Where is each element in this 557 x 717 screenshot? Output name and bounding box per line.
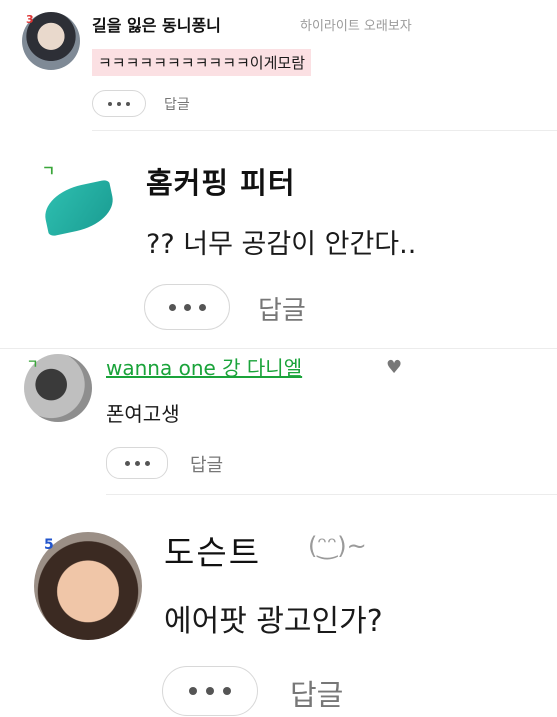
more-options-button[interactable] <box>106 447 168 479</box>
comment-text: 폰여고생 <box>106 402 180 426</box>
reply-button[interactable]: 답글 <box>290 672 343 714</box>
emoticon: (ᵔ͜ᵔ)~ <box>308 532 367 560</box>
comment-meta: 하이라이트 오래보자 <box>300 19 412 34</box>
heart-icon: ♥ <box>386 357 403 378</box>
dot-icon <box>108 101 112 106</box>
dot-icon <box>134 460 140 466</box>
more-options-button[interactable] <box>162 666 258 716</box>
dot-icon <box>183 303 191 311</box>
more-options-button[interactable] <box>144 284 230 330</box>
dot-icon <box>189 687 197 695</box>
level-badge: 5 <box>44 537 54 553</box>
comment-author[interactable]: 홈커핑 피터 <box>146 160 296 202</box>
comment-text: ?? 너무 공감이 안간다.. <box>146 229 417 260</box>
dot-icon <box>117 101 121 106</box>
reply-button[interactable]: 답글 <box>164 94 190 114</box>
avatar[interactable] <box>40 179 118 237</box>
comment-text: 에어팟 광고인가? <box>164 604 383 639</box>
dot-icon <box>124 460 130 466</box>
divider <box>92 130 557 131</box>
dot-icon <box>126 101 130 106</box>
divider <box>0 348 557 349</box>
level-badge: ㄱ <box>42 164 55 180</box>
dot-icon <box>144 460 150 466</box>
comment-author[interactable]: wanna one 강 다니엘 <box>106 352 302 381</box>
dot-icon <box>223 687 231 695</box>
dot-icon <box>168 303 176 311</box>
divider <box>106 494 557 495</box>
level-badge: 3 <box>26 13 34 26</box>
dot-icon <box>206 687 214 695</box>
reply-button[interactable]: 답글 <box>258 290 306 327</box>
level-badge: ㄱ <box>27 357 39 371</box>
reply-button[interactable]: 답글 <box>190 451 223 477</box>
dot-icon <box>198 303 206 311</box>
more-options-button[interactable] <box>92 90 146 117</box>
comment-author[interactable]: 도슨트 <box>164 526 261 574</box>
comment-text: ㅋㅋㅋㅋㅋㅋㅋㅋㅋㅋㅋ이게모람 <box>92 49 312 76</box>
comment-author[interactable]: 길을 잃은 동니퐁니 <box>92 12 221 36</box>
